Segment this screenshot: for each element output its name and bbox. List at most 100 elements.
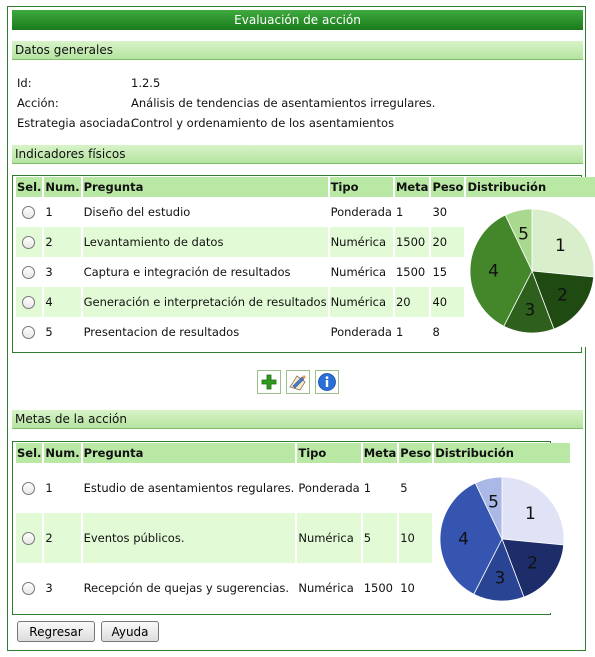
cell-tipo: Ponderada: [330, 205, 392, 219]
window-title: Evaluación de acción: [12, 10, 583, 30]
cell-meta: 1: [395, 205, 404, 219]
cell-peso: 8: [432, 325, 440, 339]
select-radio[interactable]: [22, 326, 35, 339]
section-indicadores: Indicadores físicos: [12, 145, 583, 164]
cell-pregunta: Captura e integración de resultados: [83, 265, 291, 279]
select-radio[interactable]: [22, 532, 35, 545]
indicadores-table: Sel. Num. Pregunta Tipo Meta Peso Distri…: [14, 177, 595, 347]
col-distribucion: Distribución: [466, 177, 595, 197]
field-value: Análisis de tendencias de asentamientos …: [131, 96, 436, 110]
cell-meta: 20: [394, 287, 430, 317]
cell-num: 2: [44, 513, 81, 563]
col-sel: Sel.: [16, 177, 43, 197]
col-peso: Peso: [431, 177, 465, 197]
cell-meta: 1: [395, 325, 404, 339]
table-row[interactable]: 1 Estudio de asentamientos regulares. Po…: [16, 463, 571, 613]
field-label: Acción:: [17, 96, 59, 110]
field-estrategia: Estrategia asociada: Control y ordenamie…: [17, 116, 394, 130]
select-radio[interactable]: [22, 206, 35, 219]
cell-pregunta: Estudio de asentamientos regulares.: [83, 481, 295, 495]
cell-num: 3: [45, 581, 53, 595]
cell-num: 3: [45, 265, 53, 279]
col-distribucion: Distribución: [434, 443, 571, 463]
cell-meta: 1500: [363, 581, 393, 595]
select-radio[interactable]: [22, 582, 35, 595]
add-button[interactable]: [257, 370, 281, 394]
section-datos-generales: Datos generales: [12, 41, 583, 60]
select-radio[interactable]: [22, 236, 35, 249]
metas-pie-slice-label: 1: [525, 504, 536, 524]
cell-num: 5: [45, 325, 53, 339]
cell-peso: 20: [431, 227, 465, 257]
field-value: 1.2.5: [131, 76, 161, 90]
cell-peso: 10: [399, 513, 433, 563]
cell-tipo: Numérica: [298, 581, 354, 595]
cell-tipo: Ponderada: [330, 325, 392, 339]
col-pregunta: Pregunta: [82, 443, 296, 463]
col-meta: Meta: [362, 443, 398, 463]
cell-peso: 40: [431, 287, 465, 317]
col-tipo: Tipo: [329, 177, 393, 197]
cell-peso: 15: [432, 265, 448, 279]
cell-meta: 5: [362, 513, 398, 563]
field-value: Control y ordenamiento de los asentamien…: [131, 116, 395, 130]
regresar-button[interactable]: Regresar: [17, 621, 95, 642]
indicadores-pie-slice-label: 5: [519, 224, 530, 244]
cell-meta: 1500: [394, 227, 430, 257]
cell-tipo: Ponderada: [298, 481, 360, 495]
cell-pregunta: Presentacion de resultados: [83, 325, 240, 339]
field-label: Id:: [17, 76, 32, 90]
metas-pie-slice-label: 4: [458, 529, 469, 549]
distribucion-cell: 1 2 3 45: [466, 197, 595, 347]
col-sel: Sel.: [16, 443, 43, 463]
indicadores-pie-slice-label: 4: [489, 261, 500, 281]
cell-pregunta: Levantamiento de datos: [82, 227, 328, 257]
field-accion: Acción: Análisis de tendencias de asenta…: [17, 96, 435, 110]
cell-num: 4: [44, 287, 81, 317]
cell-meta: 1500: [395, 265, 426, 279]
edit-icon: [289, 375, 306, 391]
col-peso: Peso: [399, 443, 433, 463]
metas-pie-slice-label: 5: [488, 492, 499, 512]
cell-num: 2: [44, 227, 81, 257]
metas-pie-slice-label: 2: [527, 553, 538, 573]
cell-num: 1: [45, 481, 53, 495]
cell-peso: 5: [400, 481, 408, 495]
indicadores-pie-slice-label: 2: [558, 285, 569, 305]
select-radio[interactable]: [22, 296, 35, 309]
cell-num: 1: [45, 205, 53, 219]
cell-tipo: Numérica: [329, 227, 393, 257]
metas-table-box: Sel. Num. Pregunta Tipo Meta Peso Distri…: [12, 441, 571, 615]
indicadores-table-box: Sel. Num. Pregunta Tipo Meta Peso Distri…: [12, 175, 595, 353]
cell-meta: 1: [363, 481, 372, 495]
select-radio[interactable]: [22, 266, 35, 279]
edit-button[interactable]: [286, 370, 310, 394]
col-num: Num.: [44, 177, 81, 197]
indicadores-pie-chart: 1 2 3 45: [470, 208, 595, 333]
distribucion-cell: 1 2 3 45: [434, 463, 571, 613]
select-radio[interactable]: [22, 482, 35, 495]
info-icon: [318, 373, 336, 391]
field-label: Estrategia asociada:: [17, 116, 135, 130]
cell-pregunta: Diseño del estudio: [83, 205, 191, 219]
col-pregunta: Pregunta: [82, 177, 328, 197]
cell-tipo: Numérica: [297, 513, 361, 563]
cell-pregunta: Generación e interpretación de resultado…: [82, 287, 328, 317]
col-meta: Meta: [394, 177, 430, 197]
field-id: Id: 1.2.5: [17, 76, 160, 90]
section-metas: Metas de la acción: [12, 410, 583, 429]
metas-table: Sel. Num. Pregunta Tipo Meta Peso Distri…: [14, 443, 572, 613]
cell-pregunta: Recepción de quejas y sugerencias.: [83, 581, 290, 595]
cell-tipo: Numérica: [330, 265, 387, 279]
info-button[interactable]: [315, 370, 339, 394]
metas-pie-chart: 1 2 3 45: [439, 476, 565, 601]
table-row[interactable]: 1 Diseño del estudio Ponderada 1 30 1 2 3 4…: [16, 197, 595, 347]
cell-peso: 10: [400, 581, 415, 595]
col-tipo: Tipo: [297, 443, 361, 463]
indicadores-pie-slice-label: 1: [555, 236, 566, 256]
indicadores-pie-slice-label: 3: [525, 300, 536, 320]
cell-peso: 30: [432, 205, 448, 219]
metas-pie-slice-label: 3: [495, 568, 506, 588]
ayuda-button[interactable]: Ayuda: [101, 621, 159, 642]
cell-pregunta: Eventos públicos.: [82, 513, 296, 563]
